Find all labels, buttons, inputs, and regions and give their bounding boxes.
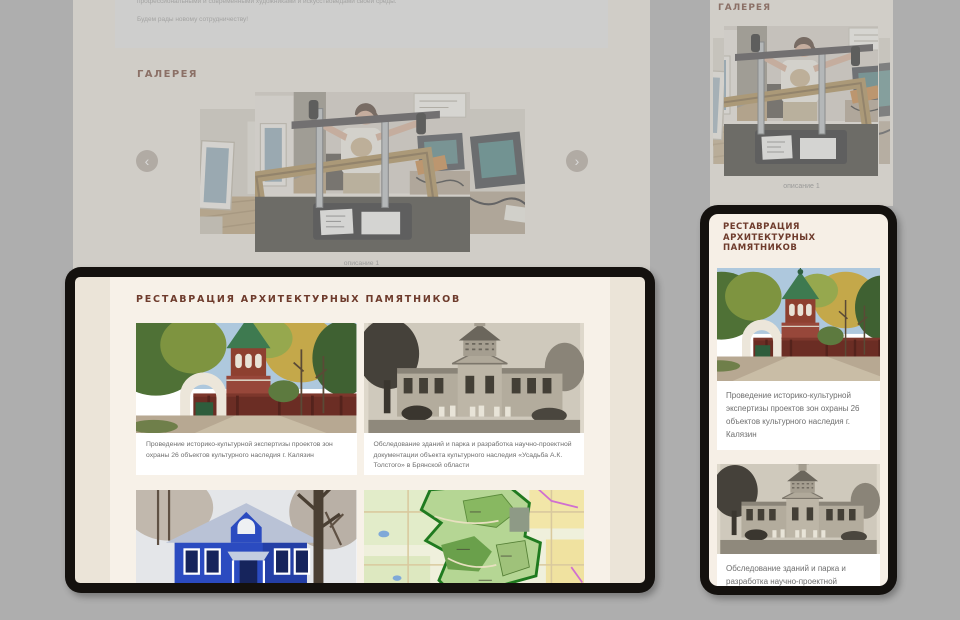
carousel-prev-button[interactable]: ‹ <box>136 150 158 172</box>
restoration-card[interactable] <box>364 490 585 583</box>
restoration-section-title: РЕСТАВРАЦИЯ АРХИТЕКТУРНЫХ ПАМЯТНИКОВ <box>136 294 584 305</box>
restoration-card-grid: Проведение историко-культурной экспертиз… <box>136 323 584 583</box>
gallery-carousel: ‹ › <box>115 92 608 252</box>
restoration-card[interactable] <box>136 490 357 583</box>
restoration-card[interactable]: Обследование зданий и парка и разработка… <box>717 464 880 586</box>
church-autumn-photo[interactable] <box>717 268 880 381</box>
gallery-slide-caption: описание 1 <box>115 260 608 267</box>
gallery-current-slide-image[interactable] <box>255 92 470 252</box>
about-closing-text: Будем рады новому сотрудничеству! <box>137 16 586 23</box>
blue-house-winter-photo[interactable] <box>136 490 357 583</box>
gallery-section-title-mobile: ГАЛЕРЕЯ <box>718 3 893 13</box>
tablet-screen: РЕСТАВРАЦИЯ АРХИТЕКТУРНЫХ ПАМЯТНИКОВ Про… <box>75 277 645 583</box>
card-caption: Проведение историко-культурной экспертиз… <box>717 381 880 450</box>
about-intro-text: профессиональными и современными художни… <box>137 0 586 5</box>
gallery-slide-caption-mobile: описание 1 <box>710 183 893 190</box>
restoration-section-title-mobile: РЕСТАВРАЦИЯ АРХИТЕКТУРНЫХ ПАМЯТНИКОВ <box>723 222 874 254</box>
restoration-card[interactable]: Проведение историко-культурной экспертиз… <box>136 323 357 475</box>
carousel-next-button[interactable]: › <box>566 150 588 172</box>
gallery-next-slide-image[interactable] <box>470 109 525 234</box>
district-map-image[interactable] <box>364 490 585 583</box>
card-caption: Обследование зданий и парка и разработка… <box>717 554 880 586</box>
restoration-section-tablet: РЕСТАВРАЦИЯ АРХИТЕКТУРНЫХ ПАМЯТНИКОВ Про… <box>110 277 610 583</box>
gallery-carousel-mobile <box>710 26 893 176</box>
card-caption: Проведение историко-культурной экспертиз… <box>136 433 357 461</box>
gallery-next-slide-edge[interactable] <box>879 38 890 164</box>
restoration-card[interactable]: Обследование зданий и парка и разработка… <box>364 323 585 475</box>
phone-device-frame: РЕСТАВРАЦИЯ АРХИТЕКТУРНЫХ ПАМЯТНИКОВ Про… <box>700 205 897 595</box>
chevron-left-icon: ‹ <box>145 153 150 169</box>
restoration-section-phone: РЕСТАВРАЦИЯ АРХИТЕКТУРНЫХ ПАМЯТНИКОВ Про… <box>709 214 888 586</box>
mansion-bw-photo[interactable] <box>364 323 585 433</box>
gallery-current-slide-image-mobile[interactable] <box>724 26 878 176</box>
tablet-device-frame: РЕСТАВРАЦИЯ АРХИТЕКТУРНЫХ ПАМЯТНИКОВ Про… <box>65 267 655 593</box>
mansion-bw-photo[interactable] <box>717 464 880 554</box>
restoration-card[interactable]: Проведение историко-культурной экспертиз… <box>717 268 880 450</box>
church-autumn-photo[interactable] <box>136 323 357 433</box>
phone-screen: РЕСТАВРАЦИЯ АРХИТЕКТУРНЫХ ПАМЯТНИКОВ Про… <box>709 214 888 586</box>
chevron-right-icon: › <box>575 153 580 169</box>
card-caption: Обследование зданий и парка и разработка… <box>364 433 585 472</box>
responsive-preview-canvas: профессиональными и современными художни… <box>0 0 960 620</box>
gallery-prev-slide-edge[interactable] <box>713 38 724 164</box>
gallery-prev-slide-image[interactable] <box>200 109 255 234</box>
about-section: профессиональными и современными художни… <box>115 0 608 48</box>
mobile-viewport-preview: ГАЛЕРЕЯ описание 1 <box>710 0 893 206</box>
gallery-section-title: ГАЛЕРЕЯ <box>137 69 608 80</box>
